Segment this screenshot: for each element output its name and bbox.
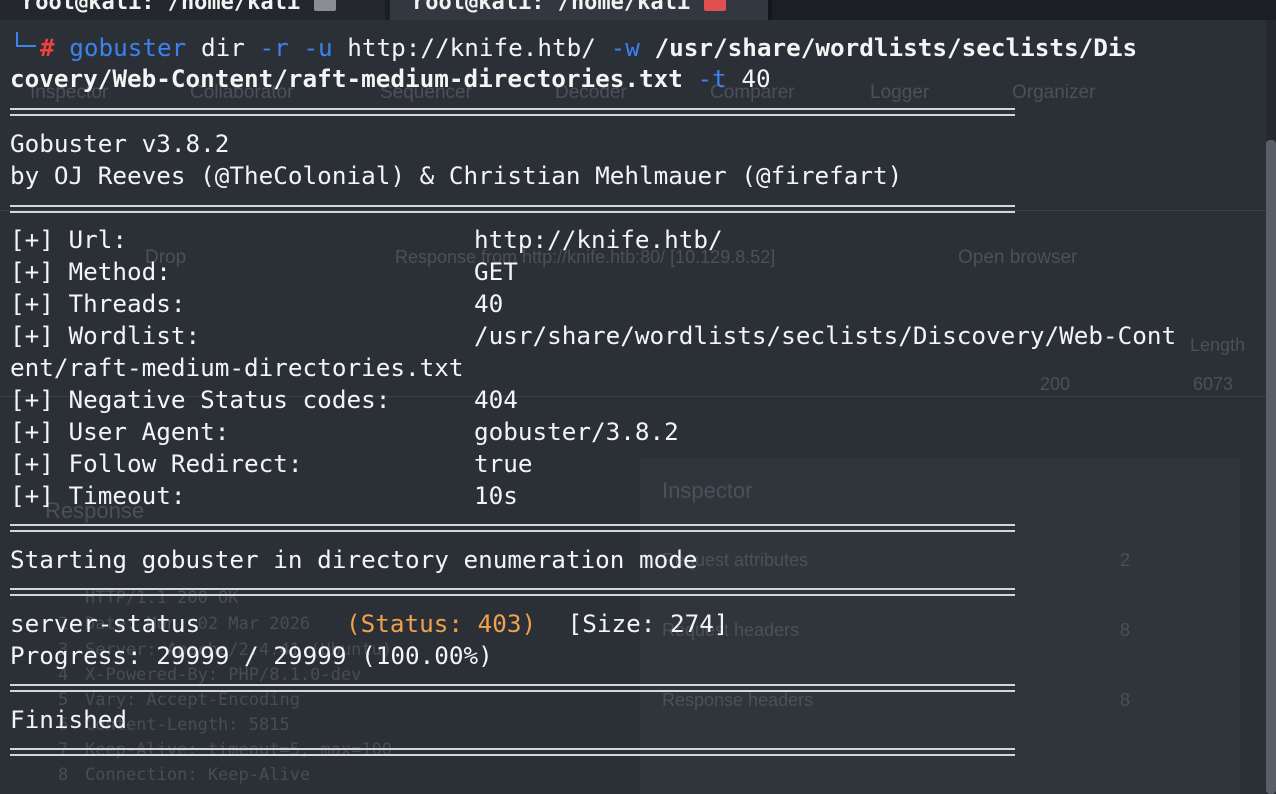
command-line: # gobuster dir -r -u http://knife.htb/ -… — [10, 32, 1137, 64]
command-flag: -w — [610, 33, 640, 62]
result-size: [Size: 274] — [553, 609, 729, 638]
config-timeout-value: 10s — [474, 481, 518, 510]
config-negative-key: [+] Negative Status codes: — [10, 385, 391, 414]
separator-rule — [10, 205, 1015, 213]
prompt-symbol: # — [40, 33, 55, 62]
progress-line: Progress: 29999 / 29999 (100.00%) — [10, 641, 493, 670]
config-redirect-key: [+] Follow Redirect: — [10, 449, 303, 478]
command-flag: -u — [303, 33, 333, 62]
command-flag: -t — [697, 64, 727, 93]
config-redirect-value: true — [474, 449, 533, 478]
config-threads-value: 40 — [474, 289, 504, 318]
command-flag: -r — [259, 33, 289, 62]
separator-rule — [10, 748, 1015, 756]
scrollbar-thumb[interactable] — [1266, 140, 1276, 794]
separator-rule — [10, 588, 1015, 596]
config-wordlist-cont: ent/raft-medium-directories.txt — [10, 353, 464, 382]
tab-terminal-2[interactable]: root@kali: /home/kali — [390, 0, 768, 20]
tab-title: root@kali: /home/kali — [412, 0, 691, 15]
command-wordlist: /usr/share/wordlists/seclists/Dis — [639, 33, 1138, 62]
result-status: (Status: 403) — [346, 609, 537, 638]
config-wordlist-key: [+] Wordlist: — [10, 321, 201, 350]
command-url: http://knife.htb/ — [332, 33, 611, 62]
separator-rule — [10, 524, 1015, 532]
config-threads-key: [+] Threads: — [10, 289, 186, 318]
command-wordlist-cont: covery/Web-Content/raft-medium-directori… — [10, 64, 683, 93]
config-negative-value: 404 — [474, 385, 518, 414]
separator-rule — [10, 108, 1015, 116]
start-message: Starting gobuster in directory enumerati… — [10, 545, 698, 574]
config-wordlist-value: /usr/share/wordlists/seclists/Discovery/… — [474, 321, 1177, 350]
command-threads: 40 — [726, 64, 771, 93]
banner-version: Gobuster v3.8.2 — [10, 129, 230, 158]
terminal-tab-bar: root@kali: /home/kali root@kali: /home/k… — [0, 0, 1276, 20]
result-path: server-status — [10, 609, 201, 638]
config-agent-value: gobuster/3.8.2 — [474, 417, 679, 446]
tab-close-icon[interactable] — [704, 0, 727, 11]
config-method-value: GET — [474, 257, 518, 286]
command-subcommand: dir — [186, 33, 260, 62]
config-method-key: [+] Method: — [10, 257, 171, 286]
tab-title: root@kali: /home/kali — [22, 0, 301, 15]
separator-rule — [10, 684, 1015, 692]
banner-authors: by OJ Reeves (@TheColonial) & Christian … — [10, 161, 903, 190]
config-timeout-key: [+] Timeout: — [10, 481, 186, 510]
tab-close-icon[interactable] — [314, 0, 337, 11]
config-url-key: [+] Url: — [10, 225, 128, 254]
config-url-value: http://knife.htb/ — [474, 225, 723, 254]
command-line-wrap: covery/Web-Content/raft-medium-directori… — [10, 63, 771, 95]
tab-terminal-1[interactable]: root@kali: /home/kali — [0, 0, 385, 20]
command-program: gobuster — [69, 33, 187, 62]
tab-separator — [768, 0, 772, 20]
config-agent-key: [+] User Agent: — [10, 417, 230, 446]
finished-message: Finished — [10, 705, 128, 734]
terminal-output[interactable]: # gobuster dir -r -u http://knife.htb/ -… — [0, 20, 1266, 794]
